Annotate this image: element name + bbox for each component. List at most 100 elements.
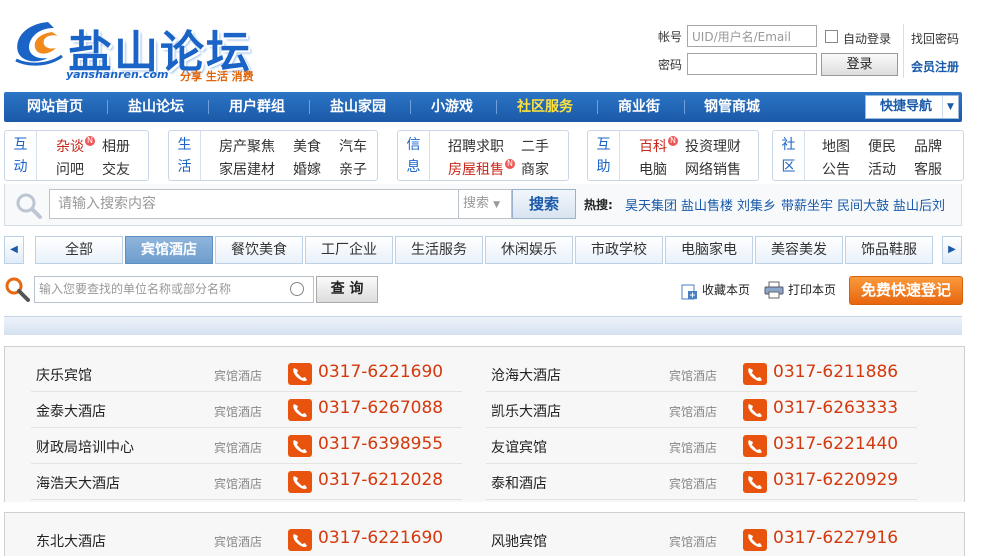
phone-icon	[288, 363, 312, 385]
nav-item-home[interactable]: 网站首页	[27, 92, 83, 122]
listing-row[interactable]: 海浩天大酒店 宾馆酒店 0317-6212028	[31, 464, 462, 500]
listing-name[interactable]: 海浩天大酒店	[36, 473, 120, 493]
auto-login-label[interactable]: 自动登录	[843, 30, 891, 47]
quick-nav-button[interactable]: 快捷导航 ▼	[865, 95, 959, 119]
category-link[interactable]: 商家	[521, 159, 549, 179]
logo-swirl-icon	[15, 22, 63, 66]
category-link[interactable]: 电脑	[639, 159, 667, 179]
category-link[interactable]: 交友	[102, 159, 130, 179]
category-link[interactable]: 房产聚焦	[219, 136, 275, 156]
clock-icon[interactable]	[290, 282, 304, 296]
listing-row[interactable]: 东北大酒店 宾馆酒店 0317-6221690	[31, 522, 462, 558]
login-button[interactable]: 登录	[821, 53, 898, 76]
category-link[interactable]: 公告	[822, 159, 850, 179]
category-link[interactable]: 招聘求职	[448, 136, 504, 156]
query-button[interactable]: 查 询	[316, 276, 378, 303]
print-link[interactable]: 打印本页	[764, 278, 836, 302]
listing-row[interactable]: 沧海大酒店 宾馆酒店 0317-6211886	[486, 356, 917, 392]
listing-name[interactable]: 泰和酒店	[491, 473, 547, 493]
category-link[interactable]: 美食	[293, 136, 321, 156]
nav-item-games[interactable]: 小游戏	[431, 92, 473, 122]
site-logo[interactable]: 盐山论坛 yanshanren.com 分享 生活 消费	[8, 10, 288, 85]
tab-food[interactable]: 餐饮美食	[215, 236, 303, 264]
listing-name[interactable]: 庆乐宾馆	[36, 365, 92, 385]
category-head: 互动	[5, 131, 37, 180]
listing-name[interactable]: 友谊宾馆	[491, 437, 547, 457]
listing-row[interactable]: 友谊宾馆 宾馆酒店 0317-6221440	[486, 428, 917, 464]
tab-all[interactable]: 全部	[35, 236, 123, 264]
listing-name[interactable]: 风驰宾馆	[491, 531, 547, 551]
unit-search-input[interactable]: 输入您要查找的单位名称或部分名称	[34, 276, 314, 303]
category-link[interactable]: 家居建材	[219, 159, 275, 179]
tab-factories[interactable]: 工厂企业	[305, 236, 393, 264]
category-link[interactable]: 品牌	[914, 136, 942, 156]
listing-row[interactable]: 金泰大酒店 宾馆酒店 0317-6267088	[31, 392, 462, 428]
listing-phone: 0317-6211886	[773, 362, 899, 382]
row-divider	[31, 499, 462, 500]
category-link[interactable]: 便民	[868, 136, 896, 156]
listing-row[interactable]: 泰和酒店 宾馆酒店 0317-6220929	[486, 464, 917, 500]
category-link[interactable]: 地图	[822, 136, 850, 156]
category-head: 生活	[169, 131, 201, 180]
free-register-button[interactable]: 免费快速登记	[849, 276, 963, 305]
category-link[interactable]: 杂谈 N	[56, 136, 95, 156]
auto-login-checkbox[interactable]	[825, 30, 838, 43]
listing-row[interactable]: 庆乐宾馆 宾馆酒店 0317-6221690	[31, 356, 462, 392]
tab-electronics[interactable]: 电脑家电	[665, 236, 753, 264]
hot-search-link[interactable]: 昊天集团	[625, 195, 677, 214]
category-link[interactable]: 客服	[914, 159, 942, 179]
listing-row[interactable]: 凯乐大酒店 宾馆酒店 0317-6263333	[486, 392, 917, 428]
category-link[interactable]: 网络销售	[685, 159, 741, 179]
category-link[interactable]: 问吧	[56, 159, 84, 179]
tab-hotels[interactable]: 宾馆酒店	[125, 236, 213, 264]
tab-beauty[interactable]: 美容美发	[755, 236, 843, 264]
category-link[interactable]: 房屋租售 N	[448, 159, 515, 179]
category-link[interactable]: 相册	[102, 136, 130, 156]
hot-search-link[interactable]: 盐山后刘	[893, 195, 945, 214]
category-link[interactable]: 活动	[868, 159, 896, 179]
category-link[interactable]: 二手	[521, 136, 549, 156]
search-input[interactable]: 请输入搜索内容	[49, 189, 459, 219]
listing-row[interactable]: 财政局培训中心 宾馆酒店 0317-6398955	[31, 428, 462, 464]
category-link[interactable]: 亲子	[339, 159, 367, 179]
nav-item-groups[interactable]: 用户群组	[229, 92, 285, 122]
tabs-prev-arrow-icon[interactable]: ◀	[4, 236, 24, 264]
tab-municipal-schools[interactable]: 市政学校	[575, 236, 663, 264]
search-type-select[interactable]: 搜索 ▼	[459, 189, 512, 219]
tab-apparel[interactable]: 饰品鞋服	[845, 236, 933, 264]
tabs-next-arrow-icon[interactable]: ▶	[942, 236, 962, 264]
password-input[interactable]	[687, 53, 817, 75]
hot-search-link[interactable]: 刘集乡	[737, 195, 776, 214]
category-tabs: ◀ 全部 宾馆酒店 餐饮美食 工厂企业 生活服务 休闲娱乐 市政学校 电脑家电 …	[4, 236, 962, 264]
hot-search-link[interactable]: 盐山售楼	[681, 195, 733, 214]
hot-search-link[interactable]: 带薪坐牢	[781, 195, 833, 214]
category-link[interactable]: 汽车	[339, 136, 367, 156]
hot-search-link[interactable]: 民间大鼓	[837, 195, 889, 214]
register-link[interactable]: 会员注册	[911, 58, 959, 75]
listing-name[interactable]: 沧海大酒店	[491, 365, 561, 385]
phone-icon	[743, 529, 767, 551]
forgot-password-link[interactable]: 找回密码	[911, 30, 959, 47]
nav-item-steel-mall[interactable]: 钢管商城	[704, 92, 760, 122]
main-nav: 网站首页 盐山论坛 用户群组 盐山家园 小游戏 社区服务 商业街 钢管商城 快捷…	[4, 92, 962, 122]
nav-item-home-space[interactable]: 盐山家园	[330, 92, 386, 122]
category-link[interactable]: 婚嫁	[293, 159, 321, 179]
tab-leisure[interactable]: 休闲娱乐	[485, 236, 573, 264]
listing-name[interactable]: 凯乐大酒店	[491, 401, 561, 421]
phone-icon	[743, 363, 767, 385]
category-link[interactable]: 百科 N	[639, 136, 678, 156]
listing-name[interactable]: 财政局培训中心	[36, 437, 134, 457]
tab-life-services[interactable]: 生活服务	[395, 236, 483, 264]
nav-item-community[interactable]: 社区服务	[517, 92, 573, 122]
phone-icon	[288, 529, 312, 551]
favorite-link[interactable]: 收藏本页	[680, 278, 750, 302]
search-button[interactable]: 搜索	[512, 189, 576, 219]
listing-name[interactable]: 东北大酒店	[36, 531, 106, 551]
category-link[interactable]: 投资理财	[685, 136, 741, 156]
listing-name[interactable]: 金泰大酒店	[36, 401, 106, 421]
listing-category: 宾馆酒店	[214, 369, 263, 383]
nav-item-commerce[interactable]: 商业街	[618, 92, 660, 122]
account-input[interactable]: UID/用户名/Email	[687, 25, 817, 47]
listing-row[interactable]: 风驰宾馆 宾馆酒店 0317-6227916	[486, 522, 917, 558]
nav-item-forum[interactable]: 盐山论坛	[128, 92, 184, 122]
